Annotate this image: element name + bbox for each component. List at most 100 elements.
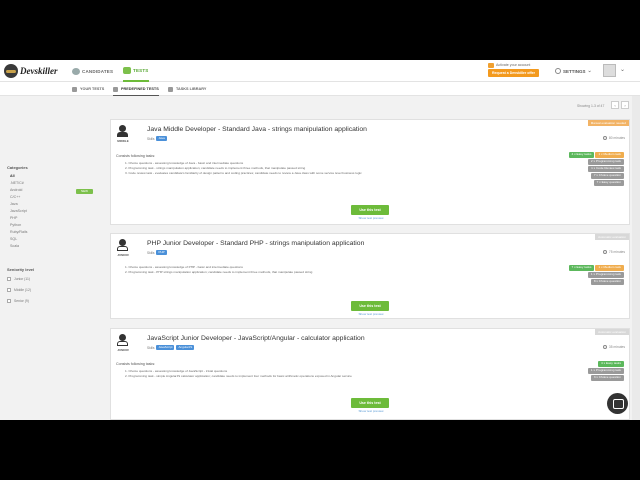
task-list: 1. Choice questions - assessing knowledg… bbox=[125, 265, 555, 275]
skill-chip: AngularJS bbox=[176, 345, 195, 350]
task-item: 2. Programming task - simple AngularJS c… bbox=[125, 374, 352, 378]
choice-tag: 8 x Choice question bbox=[590, 279, 624, 285]
task-list: 1. Choice questions - assessing knowledg… bbox=[125, 369, 555, 379]
category-item[interactable]: C/C++ bbox=[10, 195, 20, 199]
task-tags: 4 x Easy tasks 1 x Programming task 3 x … bbox=[587, 361, 624, 381]
show-preview-link[interactable]: Show test preview bbox=[351, 409, 391, 413]
skills-label: Skills bbox=[147, 345, 155, 350]
category-item[interactable]: PHP bbox=[10, 216, 17, 220]
evaluation-ribbon: Automatic evaluation bbox=[595, 329, 629, 335]
evaluation-ribbon: Manual evaluation needed bbox=[587, 120, 629, 126]
checkbox[interactable] bbox=[7, 299, 11, 303]
choice-tag: 3 x Choice question bbox=[590, 375, 624, 381]
promo-text: Activate your account bbox=[496, 63, 531, 67]
results-count: Showing 1-3 of 47 bbox=[577, 104, 605, 108]
next-page-button[interactable]: › bbox=[621, 101, 629, 109]
skill-chip: PHP bbox=[156, 250, 167, 255]
easy-question-tag: 7 x Easy question bbox=[593, 180, 624, 186]
seniority-label: Junior (11) bbox=[14, 277, 30, 281]
use-test-button[interactable]: Use this test bbox=[351, 301, 389, 311]
category-item[interactable]: Scala bbox=[10, 244, 19, 248]
category-item[interactable]: Java bbox=[10, 202, 18, 206]
task-tags: 4 x Easy tasks 1 x Medium task 2 x Progra… bbox=[568, 152, 624, 186]
easy-tag: 4 x Easy tasks bbox=[598, 361, 624, 367]
nav-tests-label: TESTS bbox=[133, 67, 149, 73]
brand-name: Devskiller bbox=[20, 66, 58, 76]
tab-predefined-tests[interactable]: PREDEFINED TESTS bbox=[113, 82, 159, 96]
activate-promo: Activate your account Request a Devskill… bbox=[488, 62, 540, 79]
nav-tests[interactable]: TESTS bbox=[123, 60, 149, 82]
candidates-icon bbox=[72, 67, 80, 75]
task-item: 3. Code review task - evaluates candidat… bbox=[125, 171, 362, 175]
show-preview-link[interactable]: Show test preview bbox=[351, 312, 391, 316]
medium-tag: 1 x Medium task bbox=[595, 265, 624, 271]
your-tests-icon bbox=[72, 86, 77, 92]
skills-row: Skills JavaScript AngularJS bbox=[147, 345, 195, 350]
checkbox[interactable] bbox=[7, 288, 11, 292]
seniority-senior[interactable]: Senior (9) bbox=[7, 299, 29, 303]
programming-tag: 1 x Programming task bbox=[587, 368, 624, 374]
seniority-label: Middle (12) bbox=[14, 288, 31, 292]
evaluation-ribbon: Automatic evaluation bbox=[595, 234, 629, 240]
seniority-label: Senior (9) bbox=[14, 299, 29, 303]
request-offer-button[interactable]: Request a Devskiller offer bbox=[488, 69, 539, 77]
duration-text: 35 minutes bbox=[608, 345, 625, 349]
test-card: Manual evaluation needed MIDDLE Java Mid… bbox=[110, 119, 630, 225]
clock-icon bbox=[602, 250, 607, 254]
choice-tag: 7 x Choice question bbox=[590, 173, 624, 179]
user-avatar[interactable] bbox=[603, 64, 616, 77]
medium-tag: 1 x Medium task bbox=[595, 152, 624, 158]
level-label: MIDDLE bbox=[117, 139, 129, 143]
nav-candidates[interactable]: CANDIDATES bbox=[72, 60, 113, 82]
duration-text: 80 minutes bbox=[608, 136, 625, 140]
skills-label: Skills bbox=[147, 136, 155, 141]
app-window: Devskiller CANDIDATES TESTS Activate you… bbox=[0, 60, 640, 420]
category-item[interactable]: SQL bbox=[10, 237, 17, 241]
chat-icon[interactable] bbox=[607, 393, 628, 414]
duration: 35 minutes bbox=[602, 345, 625, 349]
category-item[interactable]: .NET/C# bbox=[10, 181, 24, 185]
tab-your-tests[interactable]: YOUR TESTS bbox=[72, 82, 104, 96]
tab-tasks-library[interactable]: TASKS LIBRARY bbox=[168, 82, 206, 96]
consists-label: Consists following tasks: bbox=[116, 362, 156, 366]
prev-page-button[interactable]: ‹ bbox=[611, 101, 619, 109]
category-item[interactable]: Ruby/Rails bbox=[10, 230, 27, 234]
skills-row: Skills PHP bbox=[147, 250, 167, 255]
tab-library-label: TASKS LIBRARY bbox=[176, 87, 207, 91]
predefined-tests-icon bbox=[113, 86, 118, 92]
scrollbar-track[interactable] bbox=[632, 96, 640, 420]
consists-label: Consists following tasks: bbox=[116, 154, 156, 158]
gear-icon bbox=[555, 68, 561, 74]
show-preview-link[interactable]: Show test preview bbox=[351, 216, 391, 220]
tab-predefined-label: PREDEFINED TESTS bbox=[121, 87, 159, 91]
programming-tag: 1 x Programming task bbox=[587, 272, 624, 278]
developer-middle-icon bbox=[115, 124, 129, 138]
settings-menu[interactable]: SETTINGS ⌄ bbox=[555, 60, 592, 82]
seniority-junior[interactable]: Junior (11) bbox=[7, 277, 30, 281]
use-test-button[interactable]: Use this test bbox=[351, 398, 389, 408]
sub-navbar: YOUR TESTS PREDEFINED TESTS TASKS LIBRAR… bbox=[0, 82, 640, 96]
test-card: Automatic evaluation JUNIOR PHP Junior D… bbox=[110, 233, 630, 319]
task-list: 1. Choice questions - assessing knowledg… bbox=[125, 161, 555, 176]
category-item[interactable]: Python bbox=[10, 223, 21, 227]
filter-sidebar: Categories All .NET/C# Android C/C++ Jav… bbox=[0, 96, 100, 420]
new-badge: NEW bbox=[76, 189, 93, 194]
skill-chip: Java bbox=[156, 136, 167, 141]
category-item[interactable]: All bbox=[10, 174, 15, 178]
nav-candidates-label: CANDIDATES bbox=[82, 68, 114, 74]
level-label: JUNIOR bbox=[117, 348, 129, 352]
skills-row: Skills Java bbox=[147, 136, 167, 141]
brand-logo[interactable]: Devskiller bbox=[4, 63, 58, 79]
tab-your-tests-label: YOUR TESTS bbox=[80, 87, 105, 91]
code-review-tag: 1 x Code Review task bbox=[588, 166, 624, 172]
use-test-button[interactable]: Use this test bbox=[351, 205, 389, 215]
chevron-down-icon[interactable]: ⌄ bbox=[620, 66, 625, 73]
category-item[interactable]: Android bbox=[10, 188, 22, 192]
seniority-middle[interactable]: Middle (12) bbox=[7, 288, 31, 292]
category-item[interactable]: JavaScript bbox=[10, 209, 27, 213]
test-title[interactable]: PHP Junior Developer - Standard PHP - st… bbox=[147, 240, 364, 247]
checkbox[interactable] bbox=[7, 277, 11, 281]
test-card: Automatic evaluation JUNIOR JavaScript J… bbox=[110, 328, 630, 420]
test-title[interactable]: JavaScript Junior Developer - JavaScript… bbox=[147, 335, 365, 342]
test-title[interactable]: Java Middle Developer - Standard Java - … bbox=[147, 126, 367, 133]
